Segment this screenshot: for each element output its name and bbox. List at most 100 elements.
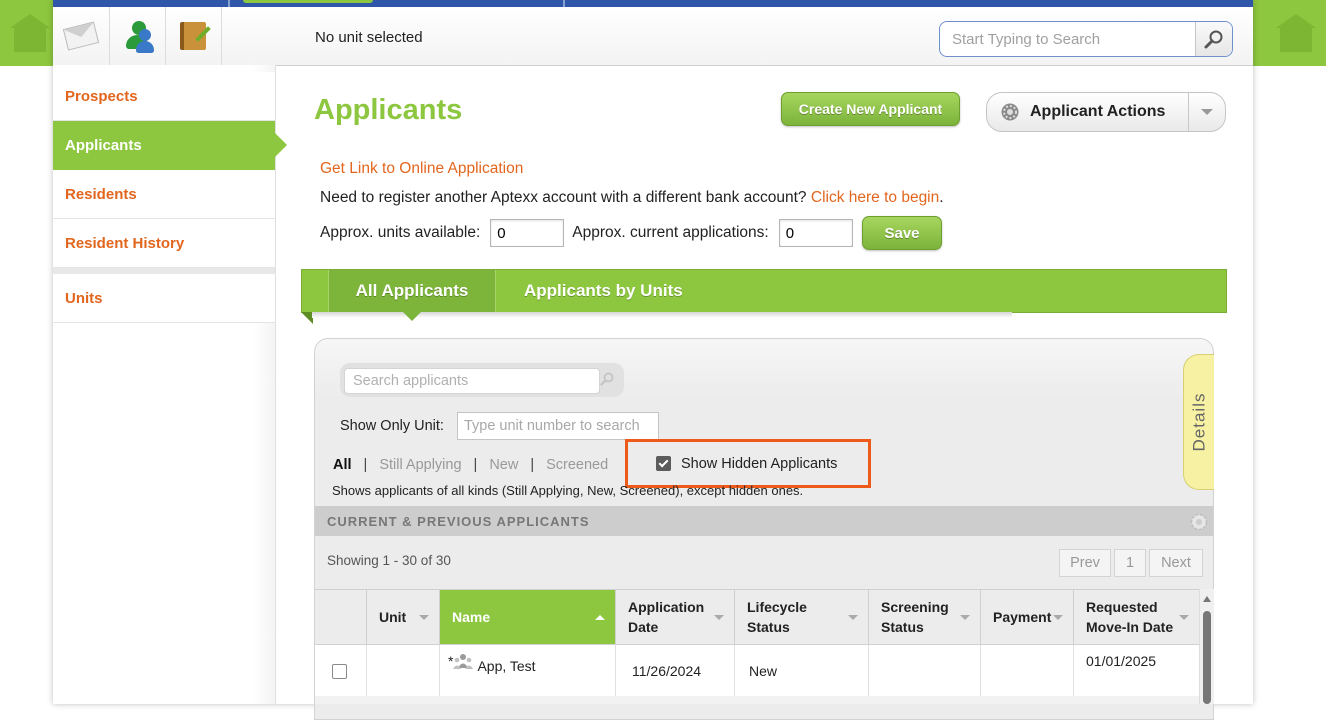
row-select-checkbox[interactable] [332, 663, 347, 679]
sidebar-item-units[interactable]: Units [53, 274, 275, 323]
global-search [939, 21, 1233, 57]
applicant-actions-label: Applicant Actions [1030, 103, 1166, 120]
sidebar-item-label: Prospects [65, 87, 138, 105]
filter-separator: | [473, 457, 478, 473]
table-row[interactable]: * App, Test 11/26/2024 New 01/01/2025 [315, 645, 1199, 698]
applicant-name[interactable]: App, Test [477, 658, 535, 674]
select-column-header [315, 590, 366, 644]
messages-button[interactable] [53, 7, 110, 65]
house-decoration-icon [0, 14, 60, 54]
applicant-actions-button[interactable]: Applicant Actions [986, 92, 1226, 132]
scroll-up-icon[interactable] [1203, 596, 1211, 602]
gear-icon [1001, 103, 1019, 121]
unit-cell [366, 645, 439, 697]
filter-screened[interactable]: Screened [546, 457, 608, 473]
filter-separator: | [363, 457, 368, 473]
register-end: . [939, 189, 944, 206]
sort-caret-icon [960, 615, 970, 620]
show-hidden-applicants-label[interactable]: Show Hidden Applicants [681, 456, 837, 472]
nav-separator [228, 0, 230, 7]
sort-caret-icon [714, 615, 724, 620]
payment-cell [980, 645, 1073, 697]
online-application-link[interactable]: Get Link to Online Application [320, 160, 523, 177]
column-header-screening-status[interactable]: Screening Status [868, 590, 980, 644]
next-page-button[interactable]: Next [1149, 549, 1203, 577]
applicant-group-icon [453, 654, 474, 669]
current-applications-input[interactable] [778, 219, 853, 247]
notebook-icon [180, 22, 206, 50]
sidebar-item-label: Residents [65, 185, 137, 203]
units-available-label: Approx. units available: [320, 224, 481, 241]
sidebar-item-prospects[interactable]: Prospects [53, 72, 275, 121]
applicants-table: Unit Name Application Date Lifecycle Sta… [315, 589, 1199, 698]
lifecycle-status-cell: New [734, 645, 868, 697]
search-icon [1204, 30, 1223, 49]
sidebar-item-label: Units [65, 289, 103, 307]
search-icon[interactable] [600, 372, 614, 386]
save-button[interactable]: Save [862, 216, 942, 250]
register-row: Need to register another Aptexx account … [320, 189, 944, 207]
create-new-applicant-button[interactable]: Create New Applicant [781, 92, 960, 126]
tab-applicants-by-units[interactable]: Applicants by Units [524, 270, 683, 312]
filter-all[interactable]: All [333, 457, 352, 473]
column-header-unit[interactable]: Unit [366, 590, 439, 644]
show-only-unit-label: Show Only Unit: [340, 418, 444, 434]
notebook-button[interactable] [165, 7, 222, 65]
name-cell: * App, Test [439, 645, 615, 697]
tab-all-applicants[interactable]: All Applicants [328, 270, 496, 321]
register-link[interactable]: Click here to begin [811, 189, 939, 206]
show-hidden-applicants-checkbox[interactable] [656, 456, 671, 471]
scrollbar-thumb[interactable] [1203, 611, 1211, 704]
pagination: Prev 1 Next [1056, 549, 1203, 577]
applicant-actions-dropdown[interactable] [1188, 93, 1225, 131]
active-nav-indicator [243, 0, 373, 3]
column-header-payment[interactable]: Payment [980, 590, 1073, 644]
gear-icon[interactable] [1189, 512, 1209, 532]
filter-separator: | [530, 457, 535, 473]
contacts-button[interactable] [109, 7, 166, 65]
details-tab[interactable]: Details [1183, 354, 1214, 490]
show-only-unit-row: Show Only Unit: [340, 412, 659, 440]
unit-number-input[interactable] [456, 412, 659, 440]
move-in-date-cell: 01/01/2025 [1073, 645, 1199, 697]
sort-caret-icon [848, 615, 858, 620]
results-count: Showing 1 - 30 of 30 [327, 553, 451, 568]
header-bar: No unit selected [53, 7, 1253, 66]
page-number-button[interactable]: 1 [1114, 549, 1146, 577]
top-nav-bar [53, 0, 1253, 7]
filter-still-applying[interactable]: Still Applying [379, 457, 461, 473]
filter-new[interactable]: New [489, 457, 518, 473]
units-available-input[interactable] [490, 219, 565, 247]
applicant-search-input[interactable] [344, 368, 600, 394]
register-text: Need to register another Aptexx account … [320, 189, 807, 206]
column-header-name[interactable]: Name [439, 590, 615, 644]
column-header-requested-move-in-date[interactable]: Requested Move-In Date [1073, 590, 1199, 644]
current-applications-label: Approx. current applications: [572, 224, 769, 241]
column-header-label: Application Date [628, 599, 705, 635]
column-header-label: Name [452, 609, 491, 625]
applicant-tabs: All Applicants Applicants by Units [301, 269, 1227, 324]
sidebar-item-resident-history[interactable]: Resident History [53, 219, 275, 268]
details-tab-label: Details [1189, 392, 1208, 452]
sidebar-item-residents[interactable]: Residents [53, 170, 275, 219]
sidebar: Prospects Applicants Residents Resident … [53, 72, 287, 323]
sort-caret-icon [419, 615, 429, 620]
column-header-application-date[interactable]: Application Date [615, 590, 734, 644]
global-search-button[interactable] [1195, 22, 1232, 56]
people-icon [120, 19, 154, 53]
prev-page-button[interactable]: Prev [1059, 549, 1111, 577]
app-frame: No unit selected Prospects Applicants Re… [53, 0, 1253, 720]
global-search-input[interactable] [940, 22, 1214, 56]
column-header-label: Unit [379, 609, 407, 625]
status-filters: All | Still Applying | New | Screened [333, 457, 608, 473]
column-header-label: Screening Status [881, 599, 949, 635]
sidebar-item-label: Applicants [65, 136, 142, 154]
table-row [315, 696, 1199, 704]
online-application-row: Get Link to Online Application [320, 160, 523, 178]
screening-status-cell [868, 645, 980, 697]
column-header-label: Lifecycle Status [747, 599, 807, 635]
table-scrollbar[interactable] [1199, 589, 1214, 704]
column-header-lifecycle-status[interactable]: Lifecycle Status [734, 590, 868, 644]
application-date-cell: 11/26/2024 [615, 645, 734, 697]
sidebar-item-applicants[interactable]: Applicants [53, 121, 287, 170]
